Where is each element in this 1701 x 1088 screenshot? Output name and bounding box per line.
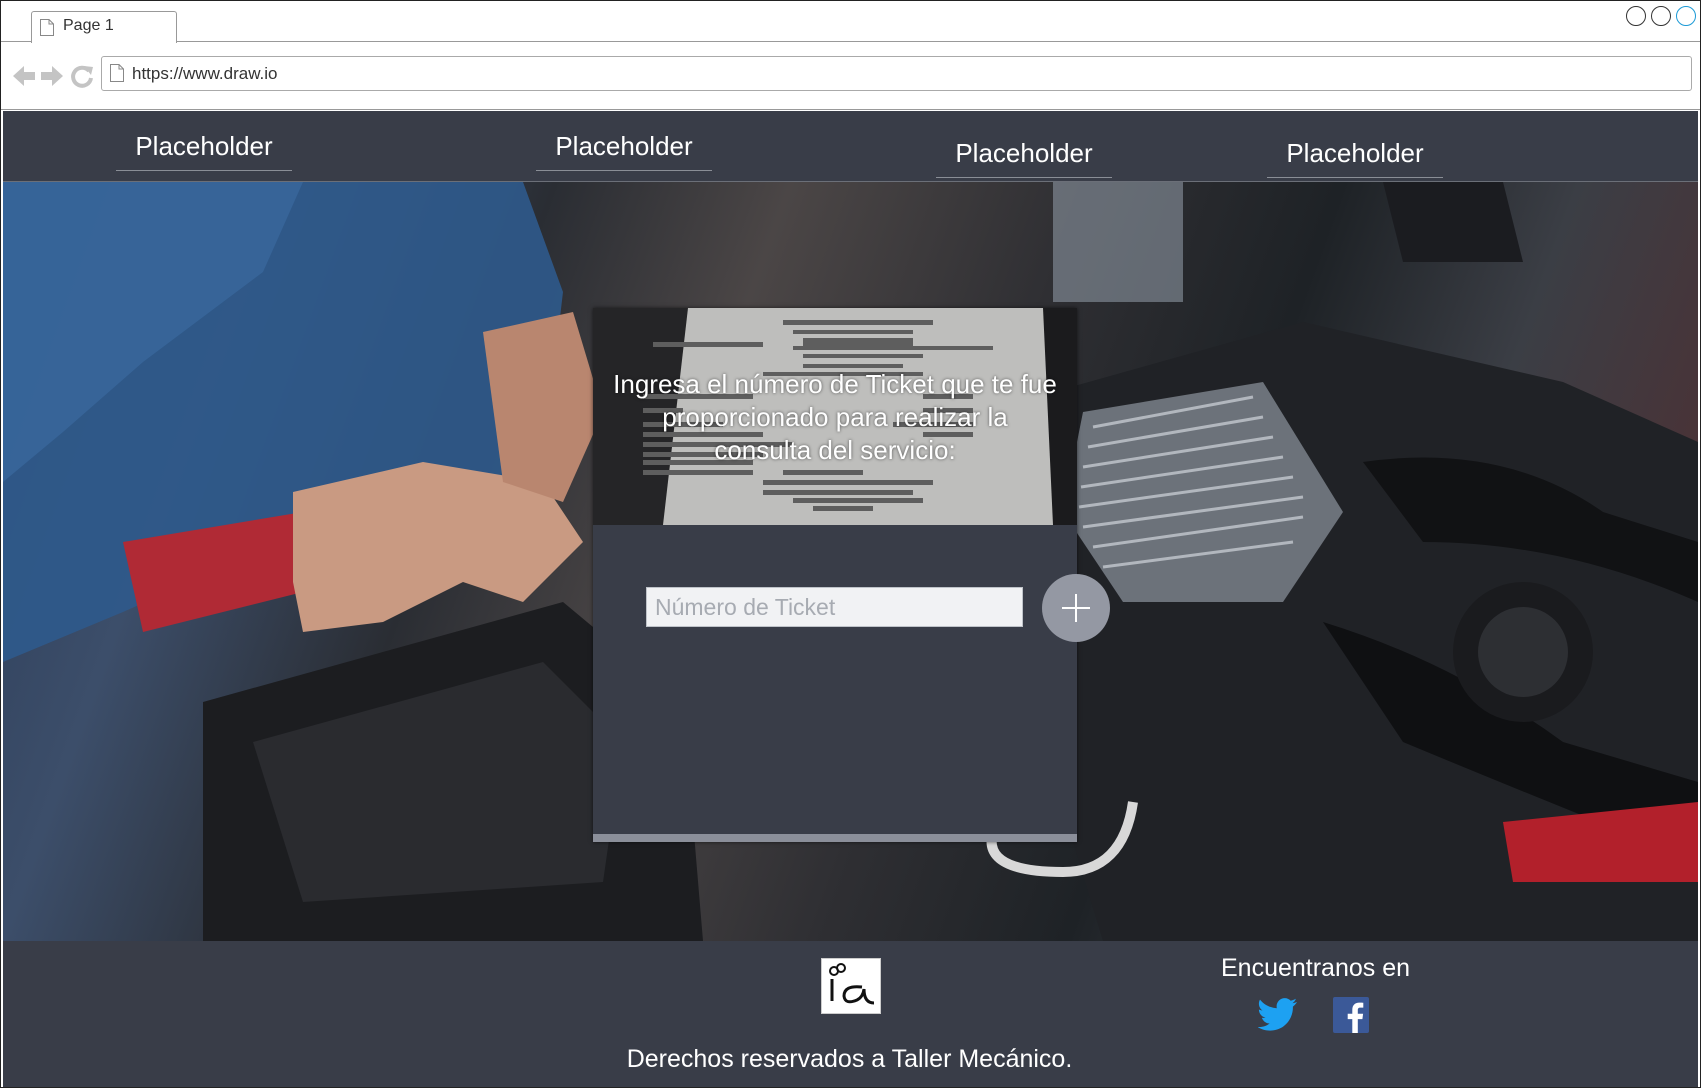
- card-bottom-bar: [593, 834, 1077, 842]
- browser-tab[interactable]: Page 1: [31, 11, 177, 43]
- reload-icon[interactable]: [69, 63, 95, 89]
- tab-label: Page 1: [63, 17, 114, 34]
- window-controls: [1626, 6, 1696, 26]
- ticket-card: Ingresa el número de Ticket que te fue p…: [593, 308, 1110, 842]
- nav-item-1[interactable]: Placeholder: [116, 131, 292, 171]
- minimize-button[interactable]: [1626, 6, 1646, 26]
- card-instructions: Ingresa el número de Ticket que te fue p…: [613, 369, 1057, 465]
- url-text: https://www.draw.io: [132, 64, 278, 83]
- site-navbar: Placeholder Placeholder Placeholder Plac…: [3, 111, 1698, 182]
- page-icon: [110, 64, 124, 82]
- ticket-number-input[interactable]: [646, 587, 1023, 627]
- url-field[interactable]: https://www.draw.io: [101, 56, 1692, 91]
- receipt-photo: Ingresa el número de Ticket que te fue p…: [593, 308, 1077, 525]
- add-ticket-button[interactable]: [1042, 574, 1110, 642]
- find-us-label: Encuentranos en: [1221, 954, 1411, 982]
- forward-arrow-icon[interactable]: [39, 63, 65, 89]
- nav-item-2[interactable]: Placeholder: [536, 131, 712, 171]
- hero-background-image: Ingresa el número de Ticket que te fue p…: [3, 182, 1698, 941]
- nav-item-4[interactable]: Placeholder: [1267, 138, 1443, 178]
- website: Placeholder Placeholder Placeholder Plac…: [3, 111, 1698, 1087]
- page-icon: [40, 19, 54, 36]
- browser-window: Page 1 https://www.draw.io Placeholder P…: [0, 0, 1701, 1088]
- brand-logo: [821, 958, 881, 1014]
- site-footer: Encuentranos en Derechos reservados a Ta…: [3, 941, 1698, 1087]
- nav-item-3[interactable]: Placeholder: [936, 138, 1112, 178]
- copyright-text: Derechos reservados a Taller Mecánico.: [626, 1045, 1073, 1073]
- twitter-icon[interactable]: [1258, 997, 1298, 1033]
- tab-bar: Page 1: [1, 1, 1700, 43]
- close-button[interactable]: [1676, 6, 1696, 26]
- facebook-icon[interactable]: [1333, 997, 1369, 1033]
- address-bar: https://www.draw.io: [1, 43, 1700, 110]
- back-arrow-icon[interactable]: [11, 63, 37, 89]
- maximize-button[interactable]: [1651, 6, 1671, 26]
